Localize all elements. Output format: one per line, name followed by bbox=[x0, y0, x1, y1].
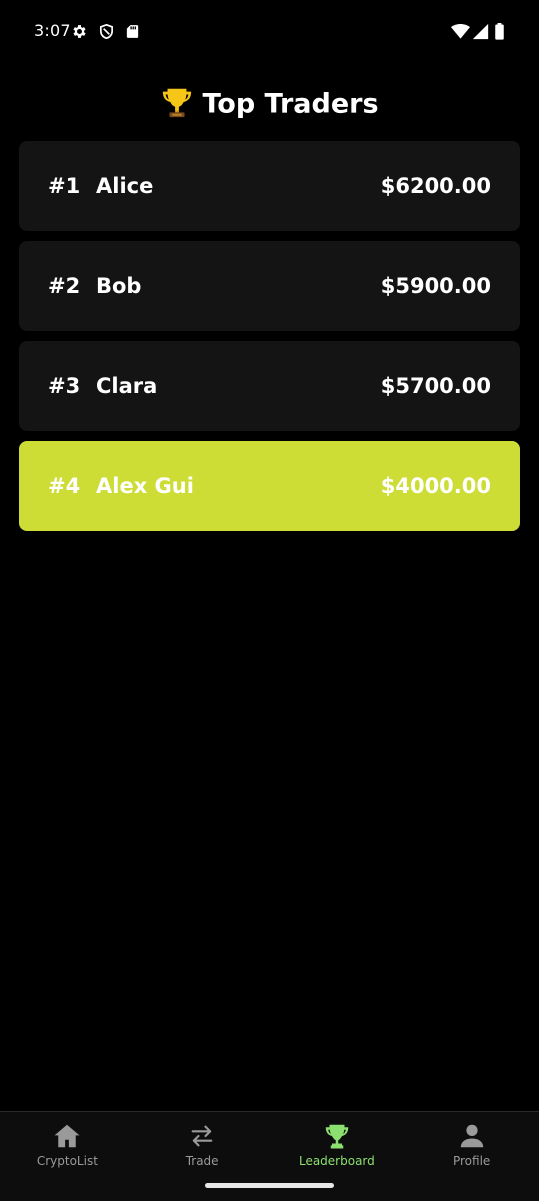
rank: #4 bbox=[48, 474, 81, 498]
trophy-icon bbox=[325, 1124, 349, 1149]
leaderboard-row[interactable]: #2 Bob $5900.00 bbox=[19, 241, 520, 331]
settings-icon bbox=[73, 25, 86, 38]
status-time: 3:07 bbox=[34, 21, 71, 40]
nav-item-cryptolist[interactable]: CryptoList bbox=[0, 1112, 135, 1201]
nav-label: CryptoList bbox=[36, 1154, 98, 1168]
trophy-icon bbox=[163, 88, 192, 117]
leaderboard-row[interactable]: #1 Alice $6200.00 bbox=[19, 141, 520, 231]
nav-item-profile[interactable]: Profile bbox=[404, 1112, 539, 1201]
wifi-icon bbox=[451, 23, 470, 39]
trader-balance: $4000.00 bbox=[380, 474, 491, 498]
leaderboard-row[interactable]: #3 Clara $5700.00 bbox=[19, 341, 520, 431]
trader-name: Clara bbox=[96, 374, 158, 398]
rank: #3 bbox=[48, 374, 81, 398]
nav-label: Leaderboard bbox=[298, 1154, 375, 1168]
trader-balance: $5700.00 bbox=[380, 374, 491, 398]
shield-icon bbox=[99, 23, 114, 40]
home-icon bbox=[54, 1124, 80, 1148]
page-title: Top Traders bbox=[0, 84, 539, 125]
rank: #1 bbox=[48, 174, 81, 198]
home-indicator[interactable] bbox=[205, 1183, 334, 1188]
leaderboard-list: #1 Alice $6200.00 #2 Bob $5900.00 #3 Cla… bbox=[19, 141, 520, 541]
leaderboard-row-current-user[interactable]: #4 Alex Gui $4000.00 bbox=[19, 441, 520, 531]
nav-label: Trade bbox=[185, 1154, 219, 1168]
trader-balance: $5900.00 bbox=[380, 274, 491, 298]
battery-icon bbox=[495, 23, 504, 40]
trader-name: Alex Gui bbox=[96, 474, 194, 498]
nav-label: Profile bbox=[452, 1154, 491, 1168]
page-title-text: Top Traders bbox=[202, 88, 379, 120]
trader-balance: $6200.00 bbox=[380, 174, 491, 198]
trader-name: Alice bbox=[96, 174, 154, 198]
swap-arrows-icon bbox=[191, 1125, 213, 1147]
signal-icon bbox=[472, 23, 489, 40]
status-bar: 3:07 bbox=[0, 0, 539, 64]
sd-card-icon bbox=[126, 25, 139, 38]
rank: #2 bbox=[48, 274, 81, 298]
trader-name: Bob bbox=[96, 274, 142, 298]
person-icon bbox=[460, 1124, 483, 1148]
